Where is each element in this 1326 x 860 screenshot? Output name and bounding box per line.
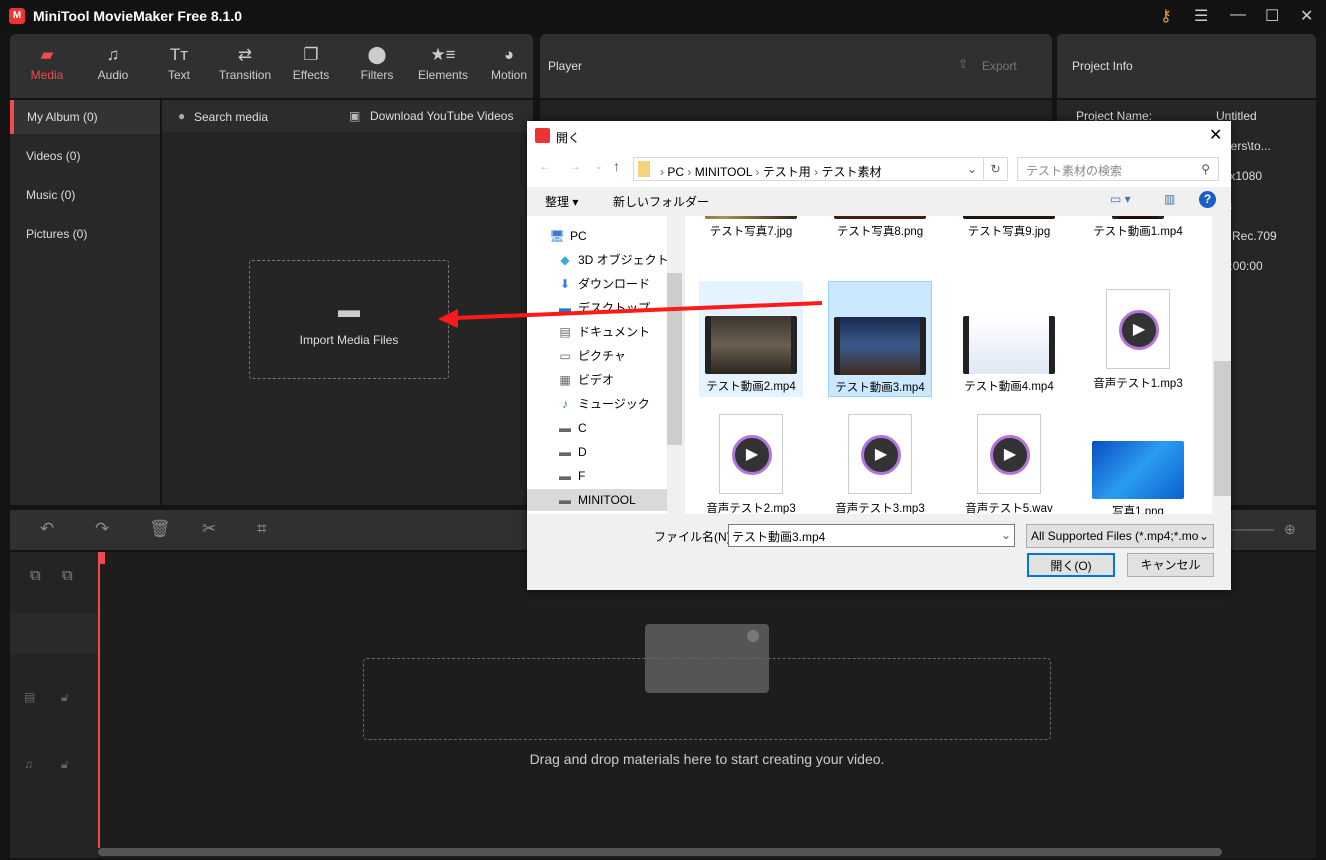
red-arrow-annotation [438,301,823,328]
